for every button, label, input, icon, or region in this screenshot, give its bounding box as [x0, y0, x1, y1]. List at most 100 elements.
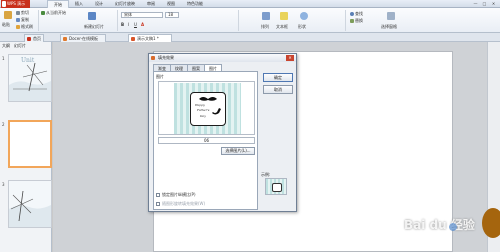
- new-slide-icon: [88, 12, 96, 20]
- lock-aspect-checkbox[interactable]: 锁定图片纵横比(P): [156, 192, 196, 198]
- tab-home-label: 首页: [33, 36, 41, 41]
- maximize-button[interactable]: □: [481, 1, 488, 6]
- slide-thumbnail-1[interactable]: Unit: [8, 54, 52, 102]
- slide-3-illustration: [9, 181, 51, 227]
- copy-button[interactable]: 复制: [16, 17, 29, 23]
- panel-tabs: 大纲 幻灯片: [0, 42, 52, 50]
- tab-presentation-label: 演示文稿1 *: [137, 36, 159, 41]
- sample-card: [272, 183, 282, 192]
- app-name: WPS 演示: [7, 1, 26, 6]
- dialog-body: 渐变 纹理 图案 图片 图片 Happy Father's Day 06 选择图…: [153, 64, 258, 210]
- bold-button[interactable]: B: [121, 22, 124, 27]
- slide-panel: 大纲 幻灯片 1 Unit 2 3: [0, 42, 52, 252]
- cut-button[interactable]: 剪切: [16, 10, 29, 16]
- new-slide-button[interactable]: 新建幻灯片: [84, 24, 104, 30]
- choose-picture-button[interactable]: 选择图片(L)...: [221, 147, 255, 155]
- tab-texture[interactable]: 纹理: [170, 64, 188, 71]
- slide-number: 3: [2, 182, 5, 187]
- tab-docer-template[interactable]: Docer-在线模板: [60, 34, 106, 42]
- tab-docer-label: Docer-在线模板: [69, 36, 99, 41]
- tab-presentation[interactable]: 演示文稿1 *: [128, 34, 172, 42]
- ribbon-toolbar: 粘贴 剪切 复制 格式刷 从当前开始 新建幻灯片 宋体 18 B I U A 排…: [0, 8, 500, 33]
- striped-background: Happy Father's Day: [174, 83, 241, 134]
- menu-insert[interactable]: 插入: [69, 0, 89, 8]
- divider: [345, 10, 346, 31]
- scissors-icon: [16, 11, 20, 15]
- fill-effects-dialog: 填充效果 ✕ 渐变 纹理 图案 图片 图片 Happy Father's Day…: [148, 53, 297, 212]
- shape-button[interactable]: 形状: [298, 24, 306, 30]
- document-tab-bar: 首页 Docer-在线模板 演示文稿1 *: [0, 33, 500, 42]
- slide-1-title: Unit: [21, 57, 35, 64]
- dialog-app-icon: [151, 56, 155, 60]
- card-text-line-3: Day: [200, 114, 206, 118]
- tab-gradient[interactable]: 渐变: [153, 64, 171, 71]
- close-window-button[interactable]: ✕: [490, 1, 497, 6]
- tab-home[interactable]: 首页: [24, 34, 44, 42]
- fill-tabs: 渐变 纹理 图案 图片: [153, 64, 222, 71]
- format-painter-label: 格式刷: [21, 24, 33, 29]
- picture-filename: 06: [158, 137, 255, 144]
- dialog-title: 填充效果: [158, 55, 174, 60]
- picture-label: 图片: [156, 74, 164, 79]
- menu-home[interactable]: 开始: [47, 0, 69, 8]
- menu-slideshow[interactable]: 幻灯片放映: [109, 0, 141, 8]
- textbox-button[interactable]: 文本框: [276, 24, 288, 30]
- search-icon: [350, 12, 354, 16]
- select-pane-button[interactable]: 选择窗格: [381, 24, 397, 30]
- watermark-text: Bai du 经验: [404, 218, 475, 232]
- paste-icon: [4, 11, 12, 19]
- replace-label: 替换: [355, 18, 363, 23]
- menu-view[interactable]: 视图: [161, 0, 181, 8]
- replace-icon: [350, 19, 354, 23]
- slide-thumbnail-2[interactable]: [8, 120, 52, 168]
- title-bar: WPS 演示 开始 插入 设计 幻灯片放映 审阅 视图 特色功能 — □ ✕: [0, 0, 500, 8]
- fathers-day-card: Happy Father's Day: [190, 92, 226, 126]
- home-icon: [27, 37, 31, 41]
- checkbox-box: [156, 202, 160, 206]
- cut-label: 剪切: [21, 10, 29, 15]
- window-controls: — □ ✕: [472, 1, 497, 6]
- baidu-paw-icon: [444, 218, 462, 236]
- minimize-button[interactable]: —: [472, 1, 479, 6]
- slides-tab[interactable]: 幻灯片: [14, 43, 26, 49]
- select-pane-icon: [387, 12, 395, 20]
- arrange-button[interactable]: 排列: [261, 24, 269, 30]
- card-text-line-1: Happy: [195, 103, 205, 107]
- tab-pattern[interactable]: 图案: [187, 64, 205, 71]
- font-color-button[interactable]: A: [141, 22, 144, 27]
- menu-features[interactable]: 特色功能: [181, 0, 209, 8]
- app-menu-button[interactable]: WPS 演示: [1, 0, 30, 8]
- textbox-icon: [280, 12, 288, 20]
- tab-picture[interactable]: 图片: [204, 64, 222, 71]
- font-name-select[interactable]: 宋体: [121, 12, 163, 18]
- checkbox-box: [156, 193, 160, 197]
- slide-thumbnail-3[interactable]: [8, 180, 52, 228]
- paste-button[interactable]: 粘贴: [2, 22, 10, 28]
- find-button[interactable]: 查找: [350, 11, 363, 17]
- copy-icon: [16, 18, 20, 22]
- format-painter-button[interactable]: 格式刷: [16, 24, 33, 30]
- cancel-button[interactable]: 取消: [263, 85, 293, 94]
- slide-number: 2: [2, 122, 5, 127]
- baidu-watermark: Bai du 经验: [404, 216, 500, 252]
- play-icon: [41, 11, 45, 15]
- italic-button[interactable]: I: [128, 22, 129, 27]
- rotate-with-shape-checkbox[interactable]: 随图形旋转填充效果(W): [156, 201, 205, 207]
- wps-logo-icon: [2, 1, 6, 7]
- lock-aspect-label: 锁定图片纵横比(P): [162, 192, 196, 197]
- outline-tab[interactable]: 大纲: [2, 43, 10, 49]
- divider: [38, 10, 39, 31]
- picture-preview: Happy Father's Day: [158, 81, 255, 135]
- brush-icon: [16, 25, 20, 29]
- docer-icon: [63, 37, 67, 41]
- underline-button[interactable]: U: [134, 22, 137, 27]
- dialog-close-button[interactable]: ✕: [286, 55, 294, 61]
- ok-button[interactable]: 确定: [263, 73, 293, 82]
- font-size-select[interactable]: 18: [165, 12, 179, 18]
- dialog-title-bar: 填充效果 ✕: [149, 54, 296, 62]
- replace-button[interactable]: 替换: [350, 18, 363, 24]
- find-label: 查找: [355, 11, 363, 16]
- menu-review[interactable]: 审阅: [141, 0, 161, 8]
- menu-design[interactable]: 设计: [89, 0, 109, 8]
- from-current-button[interactable]: 从当前开始: [41, 10, 66, 16]
